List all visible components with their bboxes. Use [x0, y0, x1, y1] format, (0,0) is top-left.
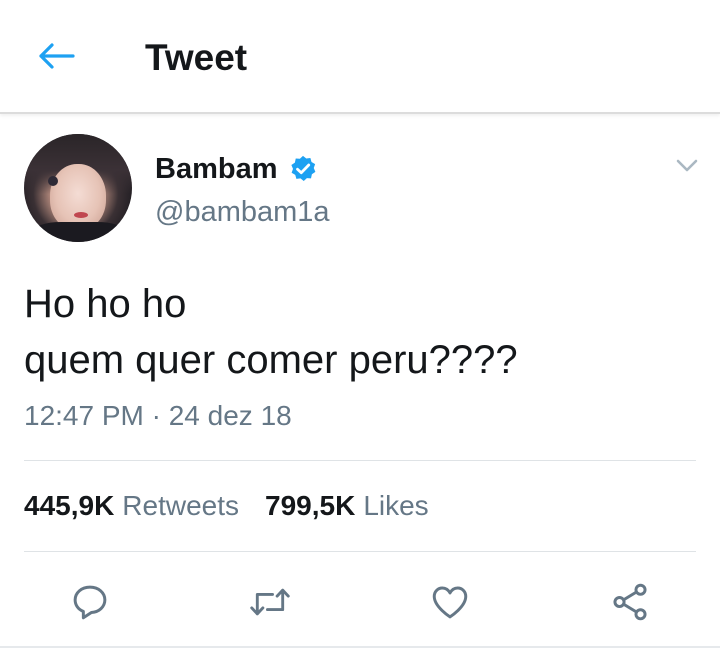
retweets-value: 445,9K [24, 490, 115, 521]
divider [0, 646, 720, 648]
tweet-timestamp: 12:47 PM · 24 dez 18 [24, 400, 292, 431]
retweets-label: Retweets [122, 490, 240, 521]
tweet-stats: 445,9K Retweets 799,5K Likes [24, 488, 429, 524]
like-button[interactable] [426, 578, 474, 626]
share-icon [613, 583, 647, 621]
retweet-icon [250, 588, 290, 616]
page-title: Tweet [145, 37, 248, 78]
heart-icon [432, 586, 468, 619]
author-name[interactable]: Bambam [155, 150, 318, 188]
author-username[interactable]: @bambam1a [155, 193, 330, 231]
top-app-bar: Tweet [0, 0, 720, 114]
retweet-button[interactable] [246, 578, 294, 626]
likes-count[interactable]: 799,5K Likes [265, 488, 429, 524]
likes-label: Likes [363, 490, 429, 521]
chevron-down-icon [676, 159, 698, 172]
arrow-left-icon [39, 43, 75, 69]
avatar[interactable] [24, 134, 132, 242]
author-display-name: Bambam [155, 153, 278, 185]
reply-button[interactable] [66, 578, 114, 626]
verified-badge-icon [290, 155, 315, 181]
tweet-actions [0, 570, 720, 630]
reply-icon [73, 585, 107, 620]
more-options-button[interactable] [671, 150, 703, 182]
retweets-count[interactable]: 445,9K Retweets [24, 488, 239, 524]
likes-value: 799,5K [265, 490, 356, 521]
back-button[interactable] [34, 36, 78, 76]
divider [24, 460, 696, 461]
tweet-text: Ho ho ho quem quer comer peru???? [24, 282, 518, 382]
divider [24, 551, 696, 552]
share-button[interactable] [606, 578, 654, 626]
